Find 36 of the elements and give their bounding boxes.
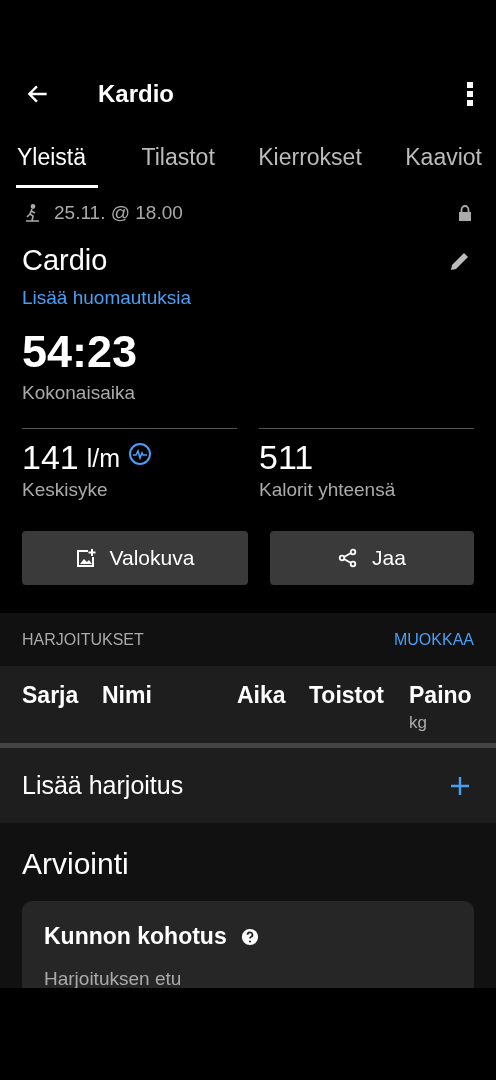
help-icon[interactable] — [240, 927, 259, 946]
total-time-value: 54:23 — [22, 329, 139, 374]
column-header: Toistot — [309, 682, 385, 709]
column-header: Paino — [409, 682, 472, 709]
column-unit: kg — [409, 713, 428, 733]
more-icon[interactable] — [466, 81, 474, 107]
add-exercise-label: Lisää harjoitus — [22, 771, 184, 800]
activity-date: 25.11. @ 18.00 — [54, 202, 183, 224]
add-notes-link[interactable]: Lisää huomautuksia — [22, 287, 191, 309]
card-title: Kunnon kohotus — [44, 923, 227, 950]
share-icon — [338, 548, 359, 568]
column-header: Sarja — [22, 682, 80, 709]
plus-icon[interactable] — [450, 775, 470, 796]
tab[interactable]: Tilastot — [141, 136, 215, 188]
stat-value: 141 — [22, 438, 79, 477]
section-heading: Arviointi — [22, 847, 130, 881]
stat-unit: l/m — [86, 444, 121, 473]
add-exercise-row[interactable]: Lisää harjoitus — [0, 748, 496, 823]
activity-name: Cardio — [22, 244, 108, 277]
section-heading: HARJOITUKSET — [22, 630, 144, 649]
total-time-label: Kokonaisaika — [22, 382, 137, 404]
add-photo-button[interactable]: Valokuva — [22, 531, 248, 585]
tab[interactable]: Yleistä — [16, 136, 99, 188]
stat-value: 511 — [259, 438, 314, 477]
tab[interactable]: Kaaviot — [405, 136, 482, 188]
column-header: Aika — [237, 682, 287, 709]
tab[interactable]: Kierrokset — [258, 136, 362, 188]
runner-icon — [24, 204, 40, 222]
column-header: Nimi — [102, 682, 153, 709]
screen-title: Kardio — [98, 80, 175, 108]
edit-link[interactable]: MUOKKAA — [394, 630, 474, 649]
add-photo-icon — [75, 548, 96, 568]
heart-rate-icon[interactable] — [128, 442, 153, 466]
stat-label: Keskisyke — [22, 479, 109, 501]
share-button[interactable]: Jaa — [270, 531, 474, 585]
stat-label: Kalorit yhteensä — [259, 479, 397, 501]
